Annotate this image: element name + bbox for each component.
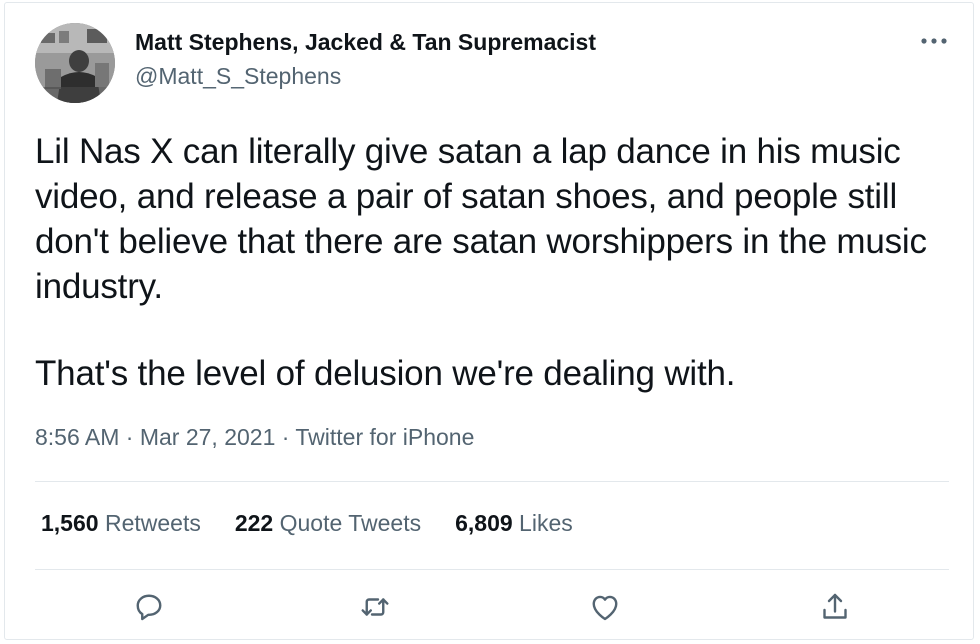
divider [35, 481, 949, 482]
avatar-image [35, 23, 115, 103]
likes-stat[interactable]: 6,809 Likes [455, 510, 573, 537]
tweet-paragraph: That's the level of delusion we're deali… [35, 354, 736, 393]
divider [35, 569, 949, 570]
meta-separator: · [275, 424, 296, 450]
author-handle[interactable]: @Matt_S_Stephens [135, 63, 341, 90]
avatar[interactable] [35, 23, 115, 103]
tweet-card: Matt Stephens, Jacked & Tan Supremacist … [4, 2, 974, 640]
reply-icon [136, 594, 162, 621]
quote-tweets-stat[interactable]: 222 Quote Tweets [235, 510, 421, 537]
meta-separator: · [119, 424, 140, 450]
like-button[interactable] [587, 589, 627, 625]
retweets-count: 1,560 [41, 510, 99, 536]
tweet-meta: 8:56 AM · Mar 27, 2021 · Twitter for iPh… [35, 424, 474, 451]
more-horizontal-icon[interactable] [919, 31, 949, 51]
likes-label: Likes [519, 510, 573, 536]
tweet-source[interactable]: Twitter for iPhone [295, 424, 474, 450]
author-name[interactable]: Matt Stephens, Jacked & Tan Supremacist [135, 29, 596, 56]
tweet-text: Lil Nas X can literally give satan a lap… [35, 129, 955, 396]
tweet-actions [5, 589, 975, 629]
likes-count: 6,809 [455, 510, 513, 536]
tweet-paragraph: Lil Nas X can literally give satan a lap… [35, 132, 927, 306]
retweets-stat[interactable]: 1,560 Retweets [41, 510, 201, 537]
retweet-icon [361, 598, 389, 616]
tweet-time[interactable]: 8:56 AM [35, 424, 119, 450]
retweets-label: Retweets [104, 510, 201, 536]
tweet-stats: 1,560 Retweets 222 Quote Tweets 6,809 Li… [41, 510, 573, 537]
heart-icon [592, 595, 618, 621]
tweet-date[interactable]: Mar 27, 2021 [140, 424, 276, 450]
quote-tweets-count: 222 [234, 510, 274, 536]
retweet-button[interactable] [357, 589, 397, 625]
share-icon [823, 593, 847, 619]
reply-button[interactable] [131, 589, 171, 625]
share-button[interactable] [817, 589, 857, 625]
quote-tweets-label: Quote Tweets [279, 510, 422, 536]
